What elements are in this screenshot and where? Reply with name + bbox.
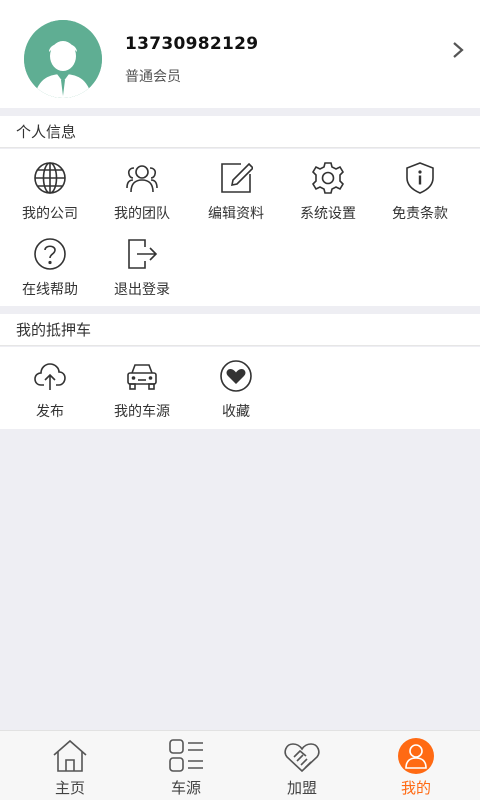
- home-icon: [53, 739, 87, 772]
- tab-cars[interactable]: 车源: [126, 731, 246, 800]
- menu-item-team[interactable]: 我的团队: [94, 161, 190, 223]
- shield-icon: [406, 162, 434, 194]
- menu-item-settings[interactable]: 系统设置: [280, 161, 376, 223]
- menu-item-label: 系统设置: [300, 206, 356, 222]
- tab-label: 加盟: [286, 779, 317, 797]
- menu-item-label: 免责条款: [392, 206, 448, 222]
- menu-item-logout[interactable]: 退出登录: [94, 237, 190, 299]
- tab-label: 车源: [170, 779, 201, 797]
- menu-item-publish[interactable]: 发布: [2, 359, 98, 421]
- profile-header[interactable]: 13730982129 普通会员: [0, 0, 480, 108]
- tab-label: 主页: [54, 779, 85, 797]
- tab-join[interactable]: 加盟: [242, 731, 362, 800]
- globe-icon: [34, 162, 66, 194]
- car-icon: [127, 364, 157, 390]
- menu-item-label: 收藏: [222, 404, 250, 420]
- gear-icon: [311, 162, 345, 194]
- list-icon: [169, 739, 203, 772]
- menu-item-label: 发布: [36, 404, 64, 420]
- menu-item-label: 我的公司: [22, 206, 78, 222]
- help-icon: [34, 238, 66, 270]
- menu-item-disclaimer[interactable]: 免责条款: [372, 161, 468, 223]
- mortgage-grid: 发布 我的车源 收藏: [0, 347, 480, 429]
- user-avatar-icon: [24, 20, 102, 98]
- menu-item-my-cars[interactable]: 我的车源: [94, 359, 190, 421]
- menu-item-favorites[interactable]: 收藏: [188, 359, 284, 421]
- heart-icon: [220, 360, 252, 392]
- menu-item-label: 在线帮助: [22, 282, 78, 298]
- cloud-upload-icon: [34, 363, 66, 390]
- tab-label: 我的: [400, 779, 431, 797]
- phone-number: 13730982129: [125, 34, 259, 54]
- logout-icon: [128, 239, 158, 269]
- chevron-right-icon[interactable]: [450, 40, 466, 60]
- menu-item-company[interactable]: 我的公司: [2, 161, 98, 223]
- section-title-personal: 个人信息: [0, 116, 480, 148]
- menu-item-edit-profile[interactable]: 编辑资料: [188, 161, 284, 223]
- section-title-mortgage: 我的抵押车: [0, 314, 480, 346]
- menu-item-label: 编辑资料: [208, 206, 264, 222]
- edit-icon: [221, 162, 253, 193]
- bottom-tab-bar: 主页 车源 加盟 我的: [0, 730, 480, 800]
- handshake-icon: [284, 743, 320, 773]
- tab-mine[interactable]: 我的: [356, 731, 476, 800]
- member-level: 普通会员: [125, 69, 181, 85]
- menu-item-help[interactable]: 在线帮助: [2, 237, 98, 299]
- team-icon: [126, 165, 158, 193]
- personal-grid: 我的公司 我的团队 编辑资料 系统设置 免责条款 在线帮助 退出登录: [0, 149, 480, 306]
- avatar[interactable]: [24, 20, 102, 98]
- menu-item-label: 我的车源: [114, 404, 170, 420]
- menu-item-label: 退出登录: [114, 282, 170, 298]
- user-icon: [398, 738, 434, 774]
- tab-home[interactable]: 主页: [10, 731, 130, 800]
- menu-item-label: 我的团队: [114, 206, 170, 222]
